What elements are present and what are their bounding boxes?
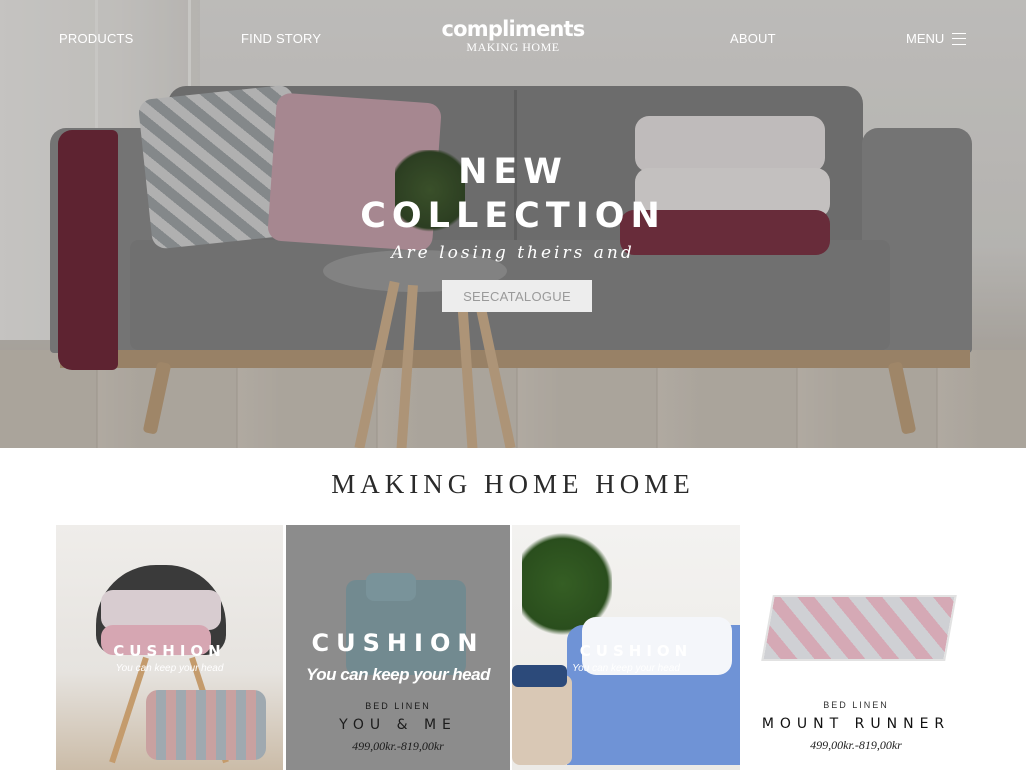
hero-subtitle: Are losing theirs and <box>391 243 635 263</box>
card-product-name: MOUNT RUNNER <box>761 716 951 732</box>
hero-title-line2: COLLECTION <box>360 196 666 236</box>
card-category: BED LINEN <box>365 701 431 711</box>
product-card-cushion-3[interactable]: CUSHION You can keep your head <box>512 525 740 770</box>
card-price: 499,00kr.-819,00kr <box>352 739 444 753</box>
card-tagline: You can keep your head <box>572 663 680 674</box>
hero-title-line1: NEW <box>458 152 568 192</box>
card-tagline: You can keep your head <box>115 663 224 674</box>
card-heading: CUSHION <box>311 629 485 657</box>
menu-label: MENU <box>906 31 945 46</box>
card-heading: CUSHION <box>579 642 693 660</box>
hero-banner: PRODUCTS FIND STORY compliments MAKING H… <box>0 0 1026 448</box>
nav-about[interactable]: ABOUT <box>730 31 776 46</box>
brand-name: compliments <box>441 17 586 41</box>
nav-products[interactable]: PRODUCTS <box>59 31 134 46</box>
product-card-cushion-1[interactable]: CUSHION You can keep your head <box>56 525 283 770</box>
brand-tagline: MAKING HOME <box>466 40 560 54</box>
rug-image <box>761 595 957 661</box>
see-catalogue-button[interactable]: SEECATALOGUE <box>442 280 592 312</box>
card-product-name: YOU & ME <box>339 717 457 733</box>
product-card-you-and-me[interactable]: CUSHION You can keep your head BED LINEN… <box>286 525 510 770</box>
menu-button[interactable]: MENU <box>906 31 967 46</box>
hamburger-icon <box>952 32 967 45</box>
hero-title: NEW COLLECTION <box>333 150 693 238</box>
section-title: MAKING HOME HOME <box>331 469 695 499</box>
brand-logo[interactable]: compliments MAKING HOME <box>440 18 586 54</box>
card-price: 499,00kr.-819,00kr <box>810 738 902 752</box>
card-category: BED LINEN <box>823 700 889 710</box>
card-tagline: You can keep your head <box>306 665 490 684</box>
product-card-mount-runner[interactable]: BED LINEN MOUNT RUNNER 499,00kr.-819,00k… <box>742 525 970 770</box>
card-heading: CUSHION <box>113 642 226 660</box>
nav-find-story[interactable]: FIND STORY <box>241 31 321 46</box>
